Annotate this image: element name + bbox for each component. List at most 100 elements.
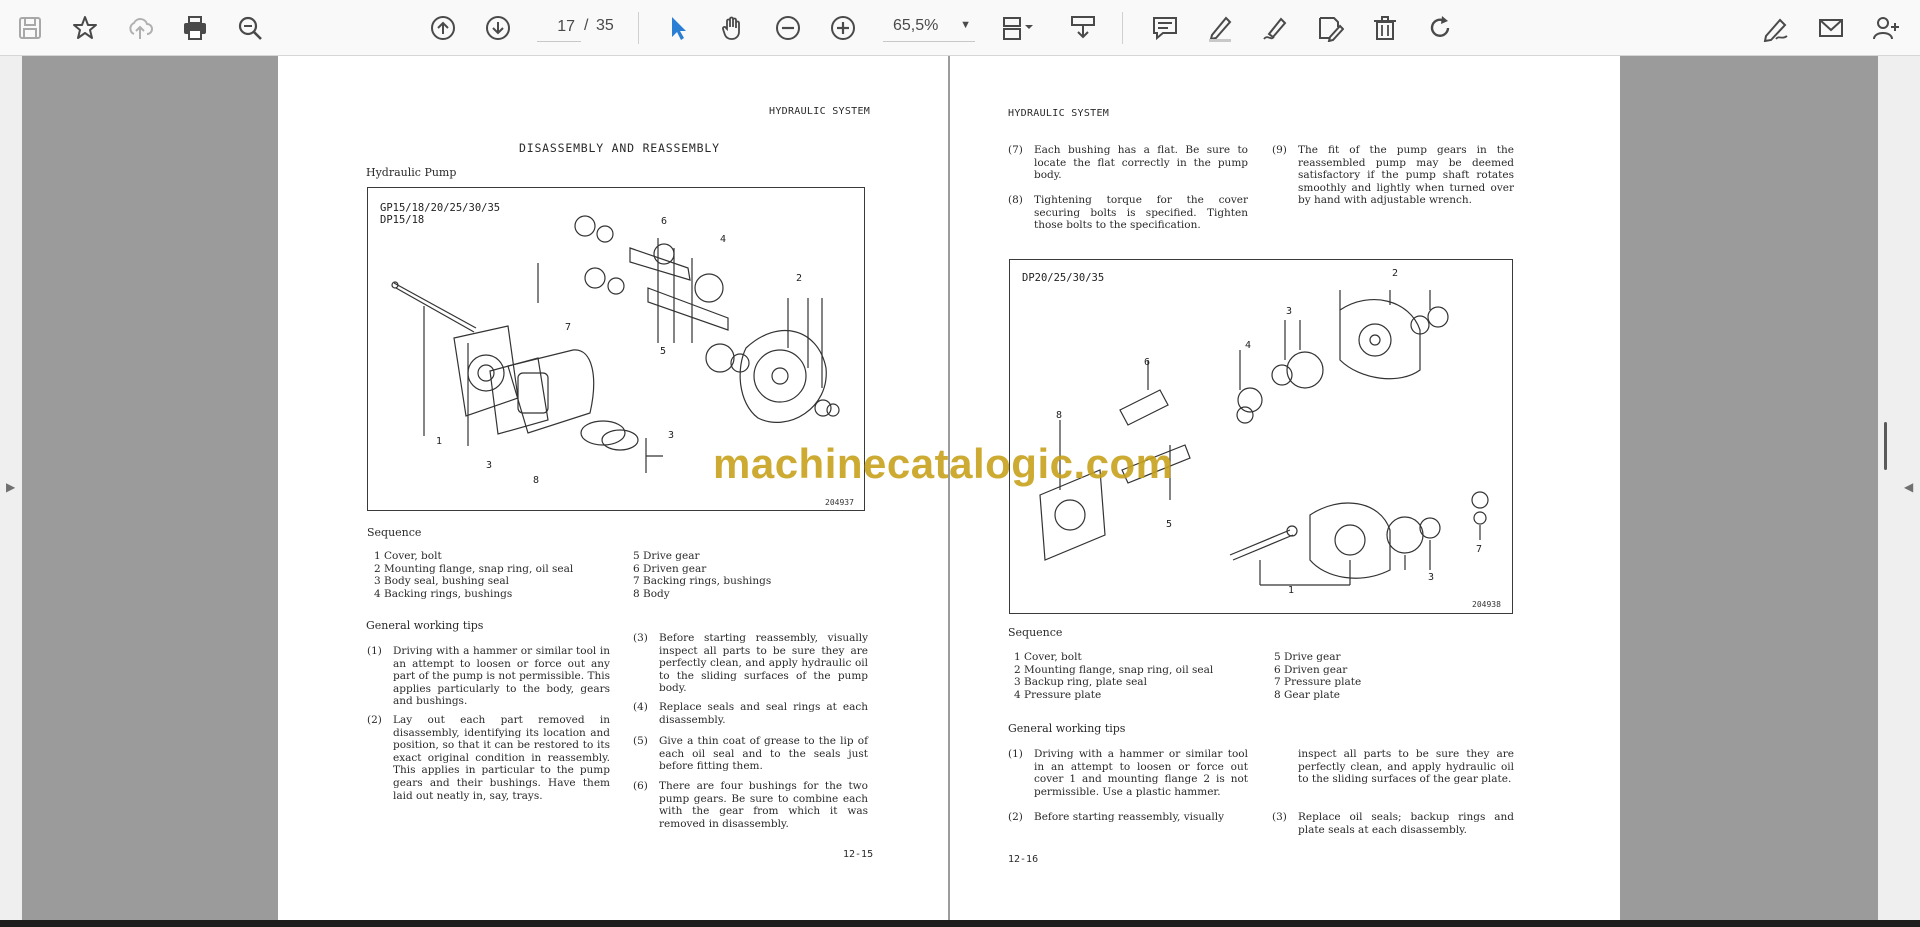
left-panel-rail: ▶ (0, 56, 22, 920)
tip-number: (2) (367, 714, 382, 726)
tip-text: Replace oil seals; backup rings and plat… (1298, 811, 1514, 836)
list-item: 5 Drive gear (1274, 651, 1341, 663)
tips-title: General working tips (1008, 722, 1126, 735)
edit-text-icon[interactable] (1312, 10, 1348, 46)
save-icon[interactable] (12, 10, 48, 46)
draw-icon[interactable] (1257, 10, 1293, 46)
bookmark-star-icon[interactable] (67, 10, 103, 46)
tips-title: General working tips (366, 619, 484, 632)
expand-right-panel-icon[interactable]: ◀ (1904, 480, 1913, 494)
rotate-icon[interactable] (1422, 10, 1458, 46)
chevron-down-icon: ▼ (960, 19, 971, 31)
tip-item: (3) Before starting reassembly, visually… (633, 632, 868, 698)
vertical-scrollbar[interactable] (1880, 56, 1890, 920)
tip-text: Give a thin coat of grease to the lip of… (659, 735, 868, 773)
figure-callout: 3 (1286, 306, 1293, 317)
list-item: 2 Mounting flange, snap ring, oil seal (1014, 663, 1214, 676)
watermark-text: machinecatalogic.com (713, 440, 1174, 487)
page-separator: / (584, 17, 589, 34)
tip-item: (2) Before starting reassembly, visually (1008, 811, 1248, 827)
expand-left-panel-icon[interactable]: ▶ (6, 480, 15, 494)
tip-item: inspect all parts to be sure they are pe… (1272, 748, 1514, 802)
tip-text: Before starting reassembly, visually ins… (659, 632, 868, 695)
tip-text: Driving with a hammer or similar tool in… (393, 645, 610, 708)
figure-callout: 8 (1056, 410, 1063, 421)
page-down-icon[interactable] (480, 10, 516, 46)
list-item: 6 Driven gear (1274, 663, 1348, 676)
document-page-left: HYDRAULIC SYSTEM DISASSEMBLY AND REASSEM… (278, 56, 948, 920)
tip-item: (4) Replace seals and seal rings at each… (633, 701, 868, 729)
delete-trash-icon[interactable] (1367, 10, 1403, 46)
sequence-title: Sequence (367, 526, 422, 539)
print-icon[interactable] (177, 10, 213, 46)
figure-callout: 1 (1288, 585, 1295, 596)
bottom-edge-bar (0, 920, 1920, 927)
list-item: 5 Drive gear (633, 550, 700, 562)
tip-text: inspect all parts to be sure they are pe… (1298, 748, 1514, 786)
subsection-title: Hydraulic Pump (366, 166, 457, 179)
sequence-list-right: 5 Drive gear 6 Driven gear 7 Backing rin… (633, 550, 771, 600)
tip-text: The fit of the pump gears in the reassem… (1298, 144, 1514, 207)
figure-callout: 7 (565, 322, 572, 333)
tip-number: (6) (633, 780, 648, 792)
tip-number: (1) (367, 645, 382, 657)
tip-item: (7) Each bushing has a flat. Be sure to … (1008, 144, 1248, 184)
running-header: HYDRAULIC SYSTEM (769, 106, 871, 117)
pdf-toolbar: / 35 65,5% ▼ (0, 0, 1920, 56)
tip-text: Lay out each part removed in disassembly… (393, 714, 610, 802)
list-item: 8 Body (633, 587, 670, 600)
zoom-out-icon[interactable] (770, 10, 806, 46)
figure-callout: 7 (1476, 544, 1483, 555)
page-number-input[interactable] (537, 12, 581, 42)
list-item: 7 Pressure plate (1274, 676, 1362, 689)
running-header: HYDRAULIC SYSTEM (1008, 108, 1110, 119)
tip-number: (2) (1008, 811, 1023, 823)
figure-callout: 1 (436, 436, 443, 447)
figure-callout: 3 (486, 460, 493, 471)
tip-text: Tightening torque for the cover securing… (1034, 194, 1248, 232)
hand-pan-icon[interactable] (715, 10, 751, 46)
tip-number: (5) (633, 735, 648, 747)
tip-text: Before starting reassembly, visually (1034, 811, 1225, 823)
add-user-icon[interactable] (1868, 10, 1904, 46)
figure-callout: 6 (661, 216, 668, 227)
upload-cloud-icon[interactable] (122, 10, 158, 46)
figure-callout: 3 (668, 430, 675, 441)
zoom-search-icon[interactable] (232, 10, 268, 46)
page-up-icon[interactable] (425, 10, 461, 46)
toolbar-divider (1122, 12, 1123, 44)
select-cursor-icon[interactable] (660, 10, 696, 46)
sign-icon[interactable] (1758, 10, 1794, 46)
sequence-list-left: 1 Cover, bolt 2 Mounting flange, snap ri… (374, 550, 573, 600)
zoom-level-value: 65,5% (893, 17, 939, 34)
list-item: 4 Pressure plate (1014, 688, 1102, 701)
figure-callout: 8 (533, 475, 540, 486)
tip-number: (1) (1008, 748, 1023, 760)
figure-callout: 3 (1428, 572, 1435, 583)
list-item: 2 Mounting flange, snap ring, oil seal (374, 562, 574, 575)
sequence-list-left: 1 Cover, bolt 2 Mounting flange, snap ri… (1014, 651, 1213, 701)
figure-callout: 4 (720, 234, 727, 245)
figure-callout: 5 (1166, 519, 1173, 530)
figure-callout: 6 (1144, 357, 1151, 368)
list-item: 1 Cover, bolt (1014, 651, 1082, 663)
page-number: 12-15 (843, 849, 874, 860)
comment-icon[interactable] (1147, 10, 1183, 46)
tip-number: (4) (633, 701, 648, 713)
figure-code: 204937 (825, 498, 854, 507)
figure-code: 204938 (1472, 600, 1501, 609)
tip-number: (9) (1272, 144, 1287, 156)
list-item: 4 Backing rings, bushings (374, 587, 513, 600)
page-fit-icon[interactable] (996, 10, 1042, 46)
tip-item: (9) The fit of the pump gears in the rea… (1272, 144, 1514, 210)
figure-callout: 4 (1245, 340, 1252, 351)
highlight-pen-icon[interactable] (1202, 10, 1238, 46)
scrollbar-thumb[interactable] (1884, 422, 1887, 470)
scroll-mode-icon[interactable] (1065, 10, 1101, 46)
email-icon[interactable] (1813, 10, 1849, 46)
document-page-right: HYDRAULIC SYSTEM (7) Each bushing has a … (950, 56, 1620, 920)
tip-item: (3) Replace oil seals; backup rings and … (1272, 811, 1514, 839)
zoom-in-icon[interactable] (825, 10, 861, 46)
zoom-level-select[interactable]: 65,5% ▼ (883, 12, 975, 42)
list-item: 8 Gear plate (1274, 688, 1341, 701)
